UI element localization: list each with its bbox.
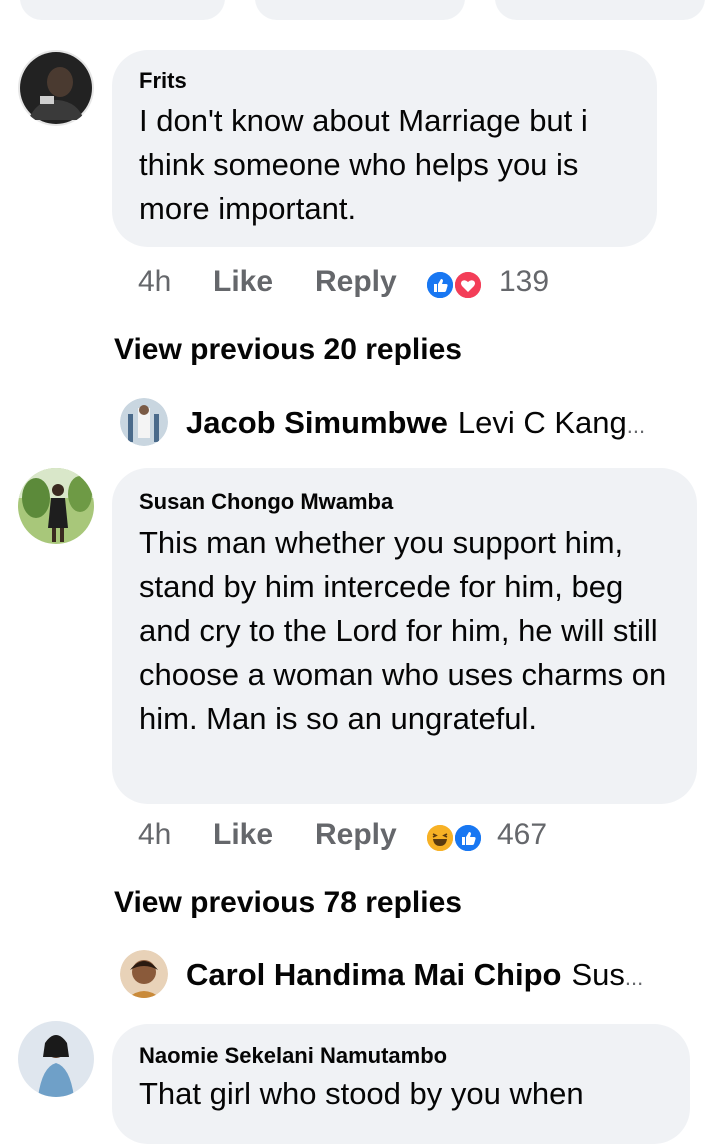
like-button[interactable]: Like xyxy=(213,818,273,852)
ellipsis: ... xyxy=(626,413,646,438)
comment-author[interactable]: Frits xyxy=(139,68,187,94)
avatar[interactable] xyxy=(18,1021,94,1097)
previous-comment-bubble xyxy=(495,0,705,20)
haha-reaction-icon[interactable] xyxy=(425,823,455,853)
love-reaction-icon[interactable] xyxy=(453,270,483,300)
reply-text-preview: Sus xyxy=(571,957,625,992)
comment-text: I don't know about Marriage but i think … xyxy=(139,103,588,226)
latest-reply[interactable]: Carol Handima Mai Chipo Sus... xyxy=(186,957,643,993)
previous-comment-bubble xyxy=(20,0,225,20)
comment-timestamp[interactable]: 4h xyxy=(138,265,171,299)
reply-button[interactable]: Reply xyxy=(315,265,397,299)
avatar[interactable] xyxy=(18,468,94,544)
view-previous-replies[interactable]: View previous 78 replies xyxy=(114,886,462,920)
like-reaction-icon[interactable] xyxy=(453,823,483,853)
reaction-count[interactable]: 139 xyxy=(499,265,549,299)
previous-comment-bubble xyxy=(255,0,465,20)
latest-reply[interactable]: Jacob Simumbwe Levi C Kang... xyxy=(186,405,645,441)
comment-author[interactable]: Susan Chongo Mwamba xyxy=(139,489,393,515)
ellipsis: ... xyxy=(624,965,644,990)
reply-text-preview: Levi C Kang xyxy=(457,405,627,440)
like-reaction-icon[interactable] xyxy=(425,270,455,300)
comment-text: That girl who stood by you when xyxy=(139,1076,584,1111)
reply-author[interactable]: Carol Handima Mai Chipo xyxy=(186,957,561,992)
avatar[interactable] xyxy=(18,50,94,126)
reaction-count[interactable]: 467 xyxy=(497,818,547,852)
reply-author[interactable]: Jacob Simumbwe xyxy=(186,405,448,440)
comment-timestamp[interactable]: 4h xyxy=(138,818,171,852)
like-button[interactable]: Like xyxy=(213,265,273,299)
comment-author[interactable]: Naomie Sekelani Namutambo xyxy=(139,1043,447,1069)
view-previous-replies[interactable]: View previous 20 replies xyxy=(114,333,462,367)
comment-text: This man whether you support him, stand … xyxy=(139,525,667,736)
reply-avatar[interactable] xyxy=(120,950,168,998)
reply-avatar[interactable] xyxy=(120,398,168,446)
reply-button[interactable]: Reply xyxy=(315,818,397,852)
